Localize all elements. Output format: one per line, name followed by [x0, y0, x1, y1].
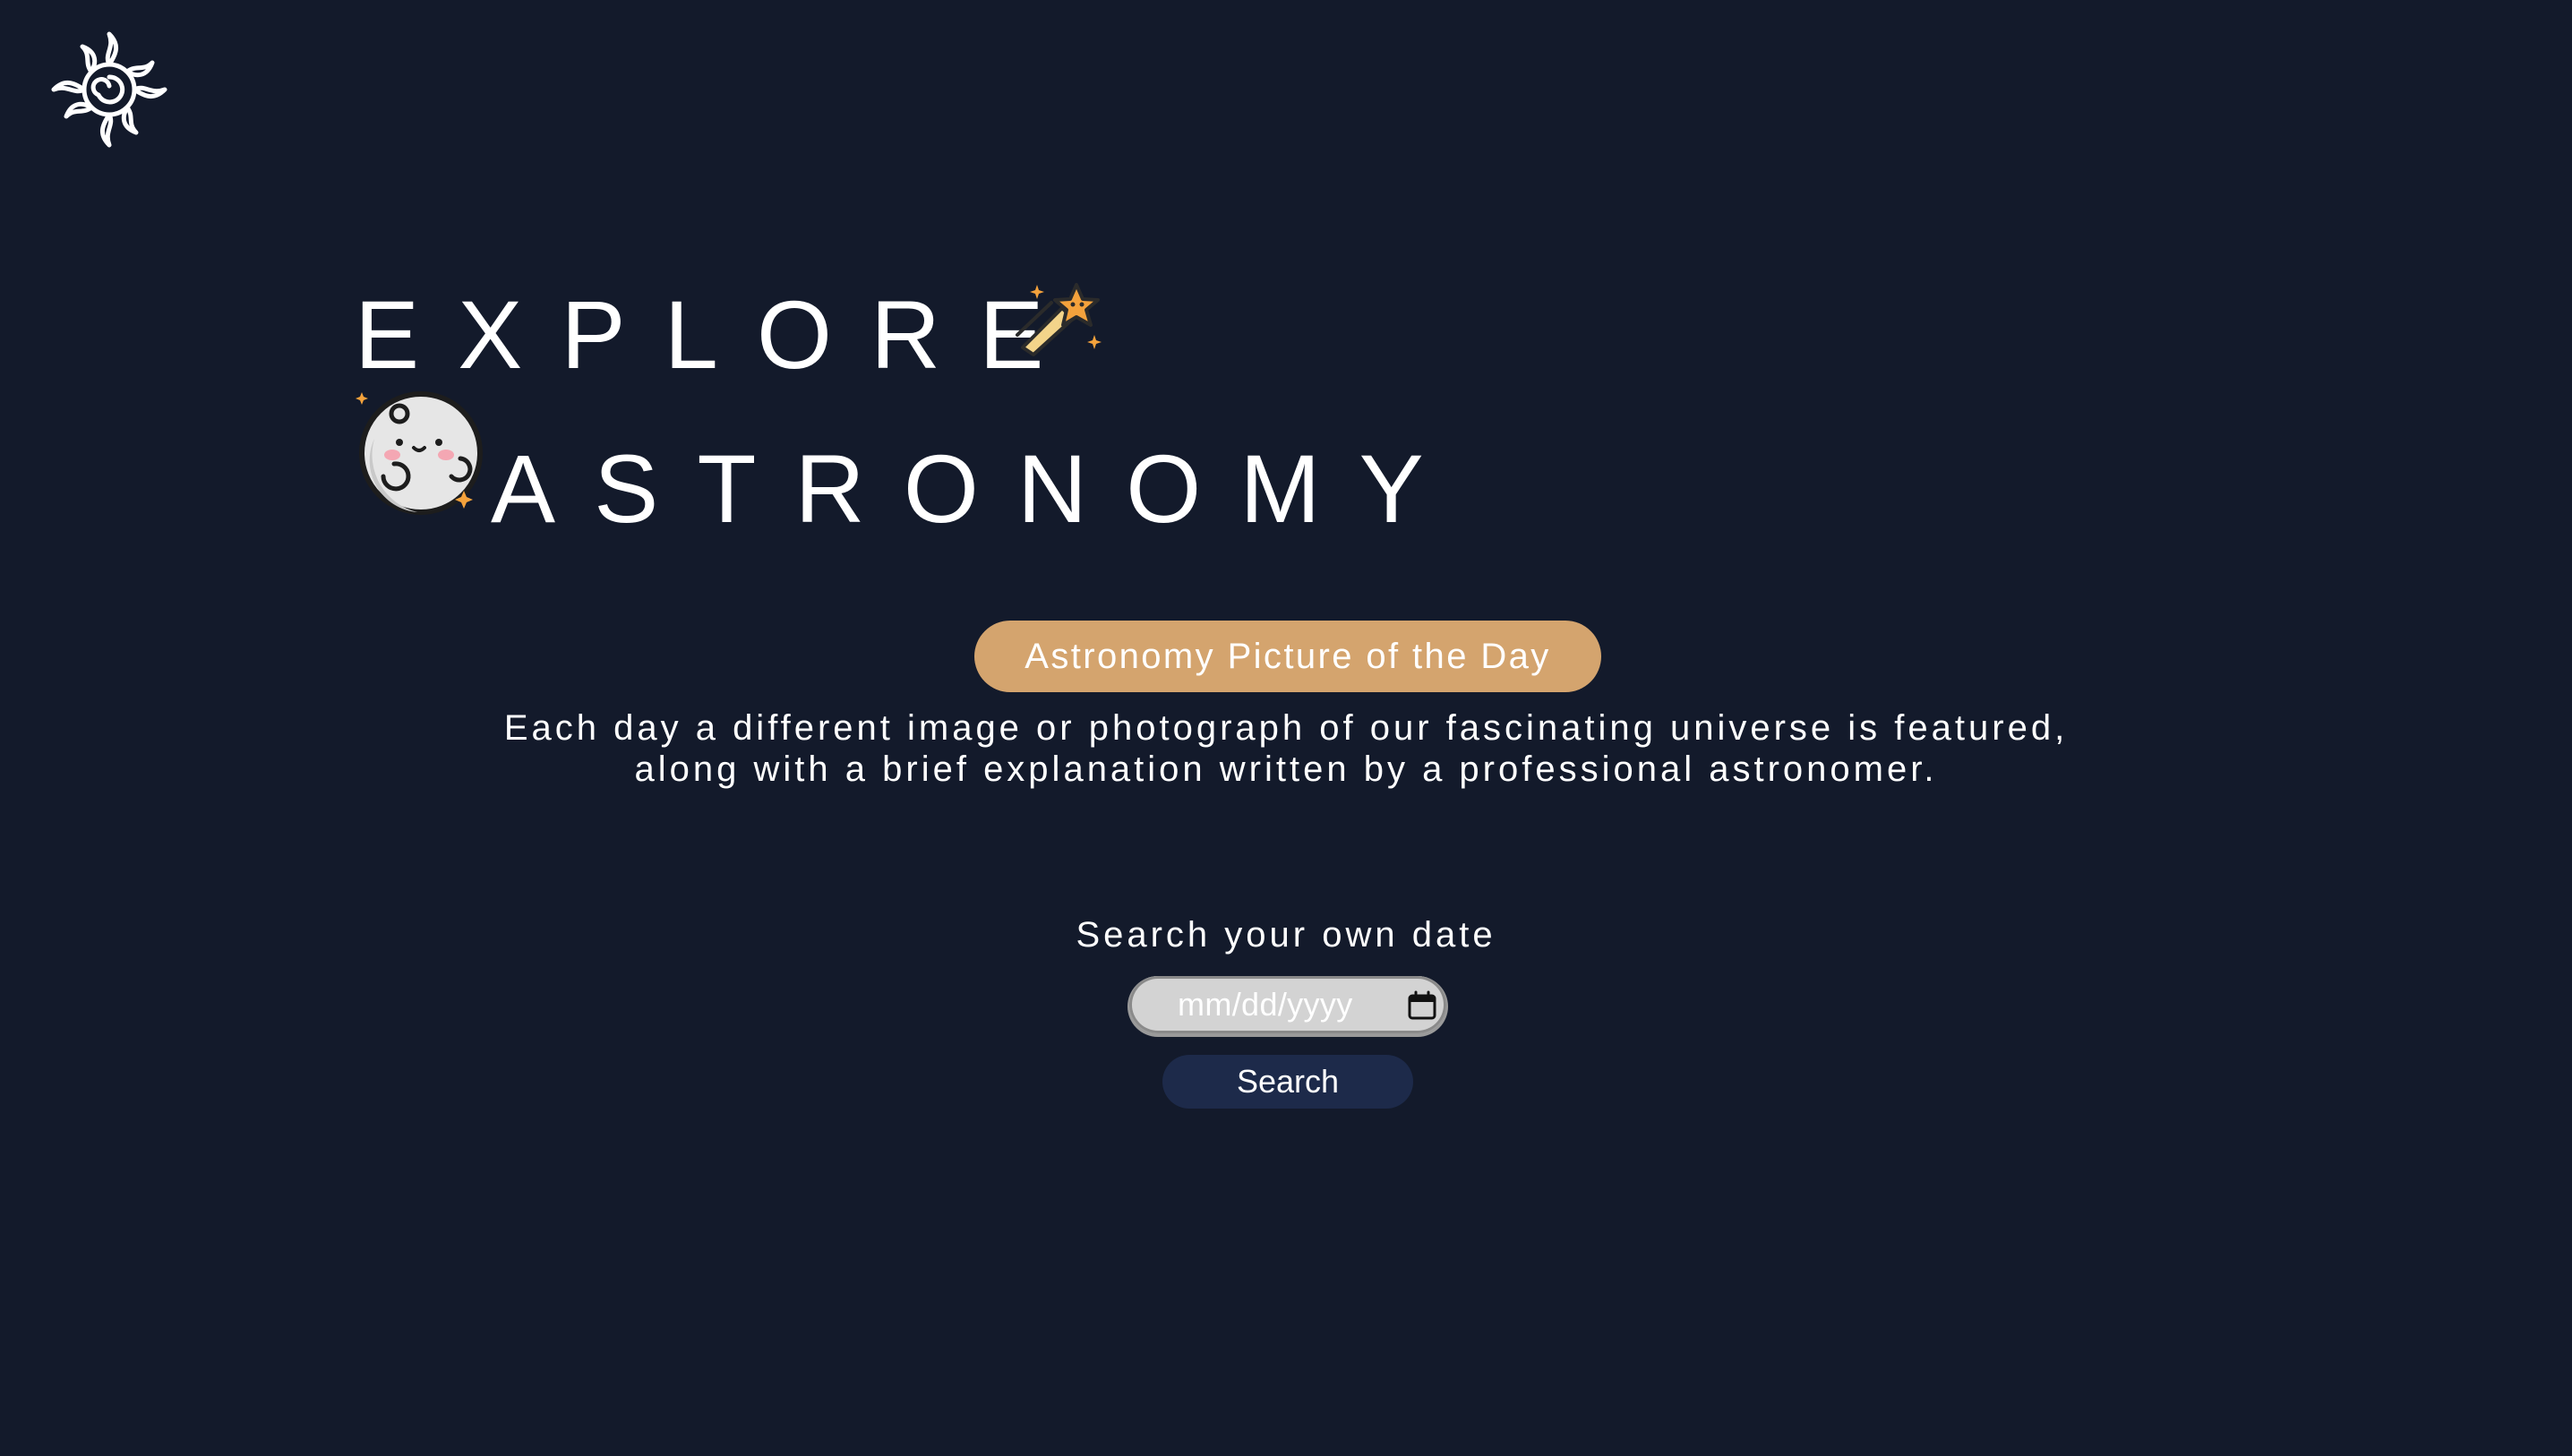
date-input-placeholder: mm/dd/yyyy	[1178, 986, 1353, 1023]
apod-button[interactable]: Astronomy Picture of the Day	[974, 621, 1601, 692]
sun-logo[interactable]	[47, 27, 172, 152]
description: Each day a different image or photograph…	[390, 707, 2182, 790]
description-line-1: Each day a different image or photograph…	[503, 708, 2069, 748]
date-input[interactable]: mm/dd/yyyy	[1129, 976, 1446, 1033]
sun-icon	[47, 27, 172, 152]
moon-icon	[355, 385, 487, 518]
calendar-icon[interactable]	[1407, 990, 1437, 1021]
shooting-star-icon	[1010, 276, 1110, 358]
hero-title-line-2: ASTRONOMY	[491, 434, 1462, 543]
search-button[interactable]: Search	[1162, 1055, 1413, 1109]
hero-title-line-1: EXPLORE	[355, 280, 1083, 389]
description-line-2: along with a brief explanation written b…	[634, 749, 1938, 789]
search-date-label: Search your own date	[1076, 915, 1496, 955]
